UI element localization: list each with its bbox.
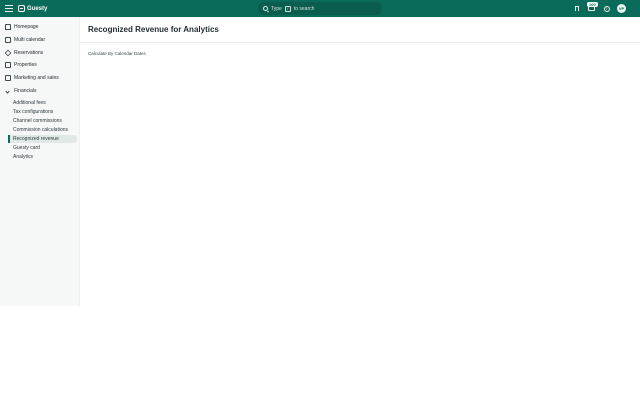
- sidebar-subitem-label: Guesty card: [13, 145, 40, 151]
- search-placeholder-post: to search: [293, 5, 315, 12]
- bookmark-icon: [574, 6, 579, 11]
- search-icon: [263, 6, 268, 11]
- sidebar-item-label: Financials: [14, 88, 37, 94]
- sidebar-item-label: Homepage: [14, 24, 39, 30]
- help-icon: ?: [603, 5, 610, 12]
- marketing-icon: [5, 75, 11, 81]
- sidebar-subitem-label: Channel commissions: [13, 118, 62, 124]
- sidebar-item-label: Marketing and sales: [14, 75, 59, 81]
- sidebar: Homepage Multi calendar Reservations Pro…: [0, 17, 80, 306]
- page-subtitle: Calculate By Calendar Dates: [88, 51, 146, 56]
- sidebar-subitem-channel-commissions[interactable]: Channel commissions: [13, 117, 62, 125]
- sidebar-item-properties[interactable]: Properties: [5, 60, 37, 70]
- help-button[interactable]: ?: [602, 4, 611, 13]
- page-title: Recognized Revenue for Analytics: [88, 25, 219, 34]
- notification-badge: 100: [587, 2, 598, 7]
- sidebar-item-reservations[interactable]: Reservations: [4, 48, 44, 58]
- sidebar-subitem-label: Commission calculations: [13, 127, 69, 133]
- sidebar-subitem-recognized-revenue[interactable]: Recognized revenue: [13, 135, 59, 143]
- sidebar-subitem-label: Recognized revenue: [13, 136, 59, 142]
- building-icon: [5, 62, 11, 68]
- calendar-icon: [5, 37, 11, 43]
- sidebar-subitem-additional-fees[interactable]: Additional fees: [13, 99, 46, 107]
- brand-logo[interactable]: Guesty: [18, 4, 47, 13]
- sidebar-subitem-analytics[interactable]: Analytics: [13, 153, 33, 161]
- search-shortcut-key: /: [284, 5, 291, 12]
- sidebar-subitem-label: Tax configurations: [13, 109, 54, 115]
- sidebar-item-label: Properties: [14, 62, 37, 68]
- top-bar: Guesty Type / to search 100 ? VP: [0, 0, 640, 17]
- bookmark-button[interactable]: [572, 4, 581, 13]
- sidebar-subitem-commission-calculations[interactable]: Commission calculations: [13, 126, 68, 134]
- home-icon: [5, 24, 11, 30]
- avatar[interactable]: VP: [617, 4, 626, 13]
- search-placeholder-pre: Type: [271, 5, 282, 12]
- chevron-down-icon: [5, 88, 10, 94]
- logo-icon: [18, 5, 25, 12]
- sidebar-subitem-guesty-card[interactable]: Guesty card: [13, 144, 40, 152]
- brand-name: Guesty: [27, 5, 48, 12]
- sidebar-item-label: Multi calendar: [14, 37, 46, 43]
- header-divider: [80, 42, 640, 43]
- search-input[interactable]: Type / to search: [258, 2, 382, 15]
- sidebar-item-marketing-and-sales[interactable]: Marketing and sales: [5, 73, 59, 83]
- menu-icon[interactable]: [5, 4, 13, 13]
- sidebar-subitem-label: Analytics: [13, 154, 34, 160]
- sidebar-subitem-label: Additional fees: [13, 100, 46, 106]
- sidebar-item-financials[interactable]: Financials: [5, 86, 37, 96]
- sidebar-item-homepage[interactable]: Homepage: [5, 22, 38, 32]
- sidebar-item-label: Reservations: [14, 50, 44, 56]
- reservations-icon: [4, 49, 12, 57]
- sidebar-item-multi-calendar[interactable]: Multi calendar: [5, 35, 45, 45]
- sidebar-subitem-tax-configurations[interactable]: Tax configurations: [13, 108, 53, 116]
